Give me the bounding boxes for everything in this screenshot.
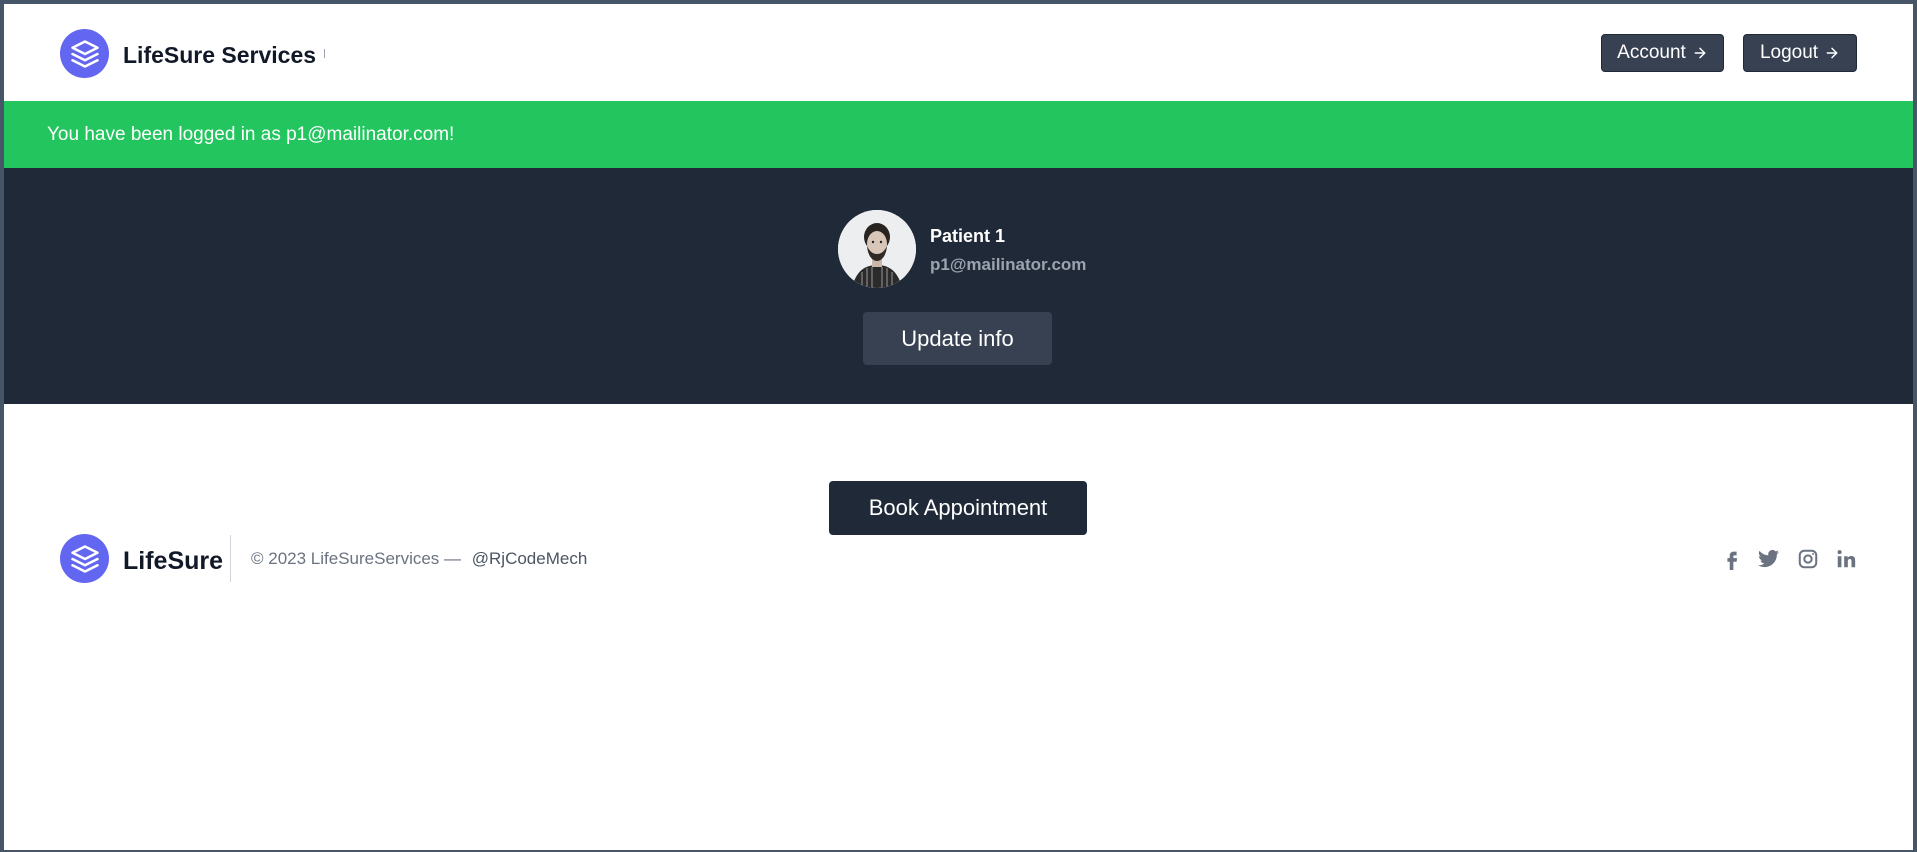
facebook-icon xyxy=(1727,551,1738,570)
linkedin-icon xyxy=(1837,550,1856,568)
footer-logo[interactable] xyxy=(60,534,109,583)
update-info-button[interactable]: Update info xyxy=(863,312,1052,365)
account-button-label: Account xyxy=(1617,42,1686,63)
copyright-label: © 2023 LifeSureServices — xyxy=(251,549,462,568)
brand-name[interactable]: LifeSure Services xyxy=(123,42,316,69)
logout-button-label: Logout xyxy=(1759,42,1819,63)
footer-divider xyxy=(230,535,231,582)
site-header: LifeSure Services Account Logout xyxy=(4,4,1913,101)
copyright-text: © 2023 LifeSureServices — @RjCodeMech xyxy=(251,549,587,569)
twitter-icon xyxy=(1758,550,1780,568)
author-handle-link[interactable]: @RjCodeMech xyxy=(472,549,588,568)
logout-button[interactable]: Logout xyxy=(1743,34,1857,72)
avatar-image xyxy=(838,210,916,288)
instagram-icon xyxy=(1798,549,1818,569)
book-appointment-button[interactable]: Book Appointment xyxy=(829,481,1087,535)
patient-name: Patient 1 xyxy=(930,226,1006,246)
alert-message: You have been logged in as p1@mailinator… xyxy=(47,123,455,145)
arrow-right-icon xyxy=(1694,47,1706,59)
account-button[interactable]: Account xyxy=(1601,34,1724,72)
brand-logo[interactable] xyxy=(60,29,109,78)
app-window: LifeSure Services Account Logout You hav… xyxy=(4,4,1913,850)
arrow-right-icon xyxy=(1826,47,1838,59)
header-divider xyxy=(324,49,325,58)
login-success-alert: You have been logged in as p1@mailinator… xyxy=(4,101,1913,168)
footer-brand-name[interactable]: LifeSure xyxy=(123,547,223,576)
layers-icon xyxy=(70,39,99,68)
avatar xyxy=(838,210,916,288)
twitter-link[interactable] xyxy=(1756,546,1782,572)
profile-section: Patient 1 p1@mailinator.com Update info xyxy=(4,168,1913,404)
instagram-link[interactable] xyxy=(1795,546,1821,572)
layers-icon xyxy=(70,544,99,573)
linkedin-link[interactable] xyxy=(1833,546,1859,572)
patient-email: p1@mailinator.com xyxy=(930,255,1087,274)
facebook-link[interactable] xyxy=(1719,546,1745,572)
